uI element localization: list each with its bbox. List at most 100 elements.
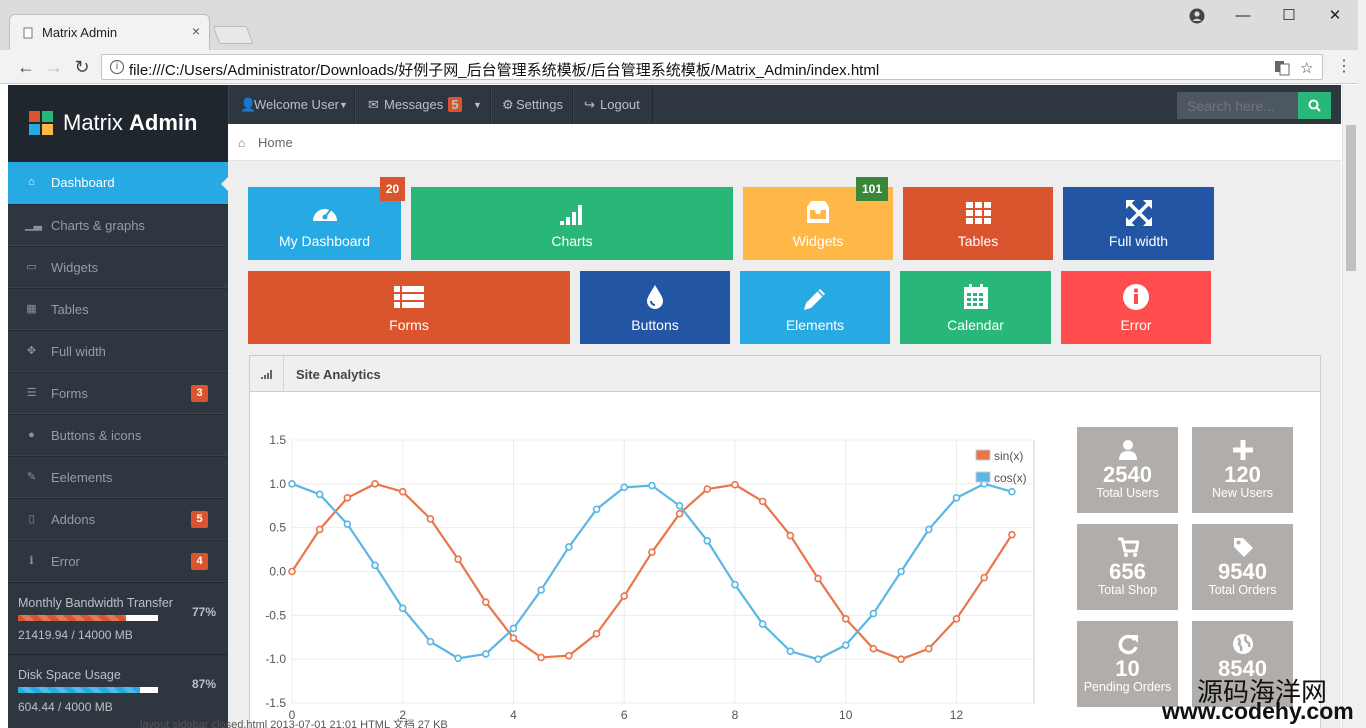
maximize-button[interactable]: ☐	[1277, 6, 1301, 26]
tile-calendar[interactable]: Calendar	[900, 271, 1051, 344]
messages-menu[interactable]: ✉ Messages 5 ▼	[355, 85, 491, 124]
signal-icon: ▁▃	[25, 219, 42, 231]
data-point	[980, 573, 988, 582]
home-icon[interactable]: ⌂	[238, 136, 245, 150]
sidebar-item-addons[interactable]: ▯ Addons 5	[8, 498, 228, 540]
x-tick-label: 12	[950, 708, 964, 722]
kpi-card[interactable]: 656 Total Shop	[1077, 524, 1178, 610]
caret-down-icon: ▼	[473, 100, 482, 110]
kpi-card[interactable]: 9540 Total Orders	[1192, 524, 1293, 610]
fullscreen-icon	[1125, 200, 1152, 226]
tile-forms[interactable]: Forms	[248, 271, 570, 344]
tile-charts[interactable]: Charts	[411, 187, 733, 260]
plus-icon	[1233, 440, 1253, 460]
star-icon[interactable]: ☆	[1300, 59, 1313, 77]
tile-label: Error	[1120, 317, 1152, 333]
data-point	[592, 505, 601, 514]
tile-label: Elements	[785, 317, 845, 333]
grid-icon	[966, 202, 991, 224]
info-icon[interactable]: i	[110, 60, 124, 74]
data-point	[537, 586, 545, 594]
breadcrumb-home[interactable]: Home	[258, 135, 293, 150]
sidebar-item-dashboard[interactable]: ⌂ Dashboard	[8, 162, 229, 204]
menu-icon[interactable]: ⋮	[1336, 56, 1352, 76]
legend-label: sin(x)	[994, 449, 1023, 463]
profile-icon[interactable]	[1189, 8, 1205, 24]
file-icon: ▯	[28, 513, 35, 525]
data-point	[454, 654, 462, 663]
logout-link[interactable]: ↪ Logout	[573, 85, 653, 124]
sidebar-item-forms[interactable]: ☰ Forms 3	[8, 372, 228, 414]
tile-tables[interactable]: Tables	[903, 187, 1053, 260]
kpi-card[interactable]: 2540 Total Users	[1077, 427, 1178, 513]
data-point	[786, 647, 795, 656]
sidebar-item-label: Addons	[51, 512, 96, 527]
sidebar-item-buttons-icons[interactable]: ● Buttons & icons	[8, 414, 228, 456]
list-icon: ☰	[26, 387, 37, 399]
brand-name-light: Matrix	[63, 110, 123, 135]
tile-elements[interactable]: Elements	[740, 271, 890, 344]
forward-arrow-icon[interactable]: →	[43, 56, 65, 78]
browser-tab[interactable]: Matrix Admin ×	[9, 14, 210, 50]
search-button[interactable]	[1298, 92, 1331, 119]
data-point	[343, 520, 352, 528]
refresh-icon	[1118, 634, 1138, 655]
data-point	[758, 497, 767, 506]
brand[interactable]: Matrix Admin	[8, 85, 228, 162]
fullscreen-icon: ✥	[26, 345, 37, 357]
search-input[interactable]	[1177, 92, 1298, 119]
data-point	[620, 483, 629, 492]
address-bar[interactable]: i file:///C:/Users/Administrator/Downloa…	[101, 54, 1323, 80]
page-scrollbar[interactable]	[1342, 85, 1358, 728]
sidebar-item-full-width[interactable]: ✥ Full width	[8, 330, 228, 372]
sidebar-item-charts[interactable]: ▁▃ Charts & graphs	[8, 204, 228, 246]
translate-icon[interactable]	[1274, 60, 1290, 76]
tile-my-dashboard[interactable]: My Dashboard 20	[248, 177, 405, 260]
sidebar-item-error[interactable]: ℹ Error 4	[8, 540, 228, 582]
tile-label: Buttons	[631, 317, 679, 333]
sidebar-item-label: Eelements	[51, 470, 113, 485]
welcome-user-menu[interactable]: 👤 Welcome User ▼	[228, 85, 355, 124]
data-point	[869, 609, 878, 618]
scroll-thumb[interactable]	[1346, 125, 1356, 271]
data-point	[841, 615, 850, 623]
close-tab-icon[interactable]: ×	[192, 24, 200, 38]
pencil-icon	[804, 289, 825, 310]
sidebar-item-elements[interactable]: ✎ Eelements	[8, 456, 228, 498]
sidebar-item-label: Buttons & icons	[51, 428, 142, 443]
sidebar-item-tables[interactable]: ▦ Tables	[8, 288, 228, 330]
tile-widgets[interactable]: Widgets 101	[743, 177, 893, 260]
tile-full-width[interactable]: Full width	[1063, 187, 1214, 260]
tile-buttons[interactable]: Buttons	[580, 271, 730, 344]
data-point	[924, 525, 933, 534]
analytics-chart[interactable]: 1.51.00.50.0-0.5-1.0-1.50 2 4 6 8 10 12sin(x)c…	[256, 413, 1056, 723]
kpi-label: Total Orders	[1208, 583, 1277, 597]
sidebar-item-label: Tables	[51, 302, 89, 317]
y-tick-label: -1.0	[265, 652, 286, 666]
data-point	[897, 655, 905, 663]
tab-title: Matrix Admin	[42, 25, 118, 40]
tile-error[interactable]: Error	[1061, 271, 1211, 344]
kpi-card[interactable]: 120 New Users	[1192, 427, 1293, 513]
user-icon	[1119, 440, 1137, 460]
data-point	[454, 555, 462, 564]
kpi-label: Total Shop	[1097, 583, 1158, 597]
data-point	[731, 480, 739, 489]
legend-swatch	[975, 449, 991, 461]
sidebar-item-widgets[interactable]: ▭ Widgets	[8, 246, 228, 288]
reload-icon[interactable]: ↻	[71, 56, 93, 78]
data-point	[565, 651, 573, 660]
data-point	[869, 644, 878, 653]
tile-label: Widgets	[792, 233, 844, 249]
count-badge: 3	[191, 385, 208, 402]
data-point	[952, 615, 961, 623]
minimize-button[interactable]: —	[1231, 6, 1255, 26]
new-tab-button[interactable]	[212, 26, 254, 44]
stat-label: Monthly Bandwidth Transfer	[18, 596, 173, 610]
data-point	[675, 501, 684, 510]
settings-link[interactable]: ⚙ Settings	[491, 85, 573, 124]
caret-down-icon: ▼	[339, 100, 348, 110]
back-arrow-icon[interactable]: ←	[15, 56, 37, 78]
close-window-button[interactable]: ✕	[1323, 6, 1347, 26]
bandwidth-stat: Monthly Bandwidth Transfer 77% 21419.94 …	[8, 582, 228, 654]
